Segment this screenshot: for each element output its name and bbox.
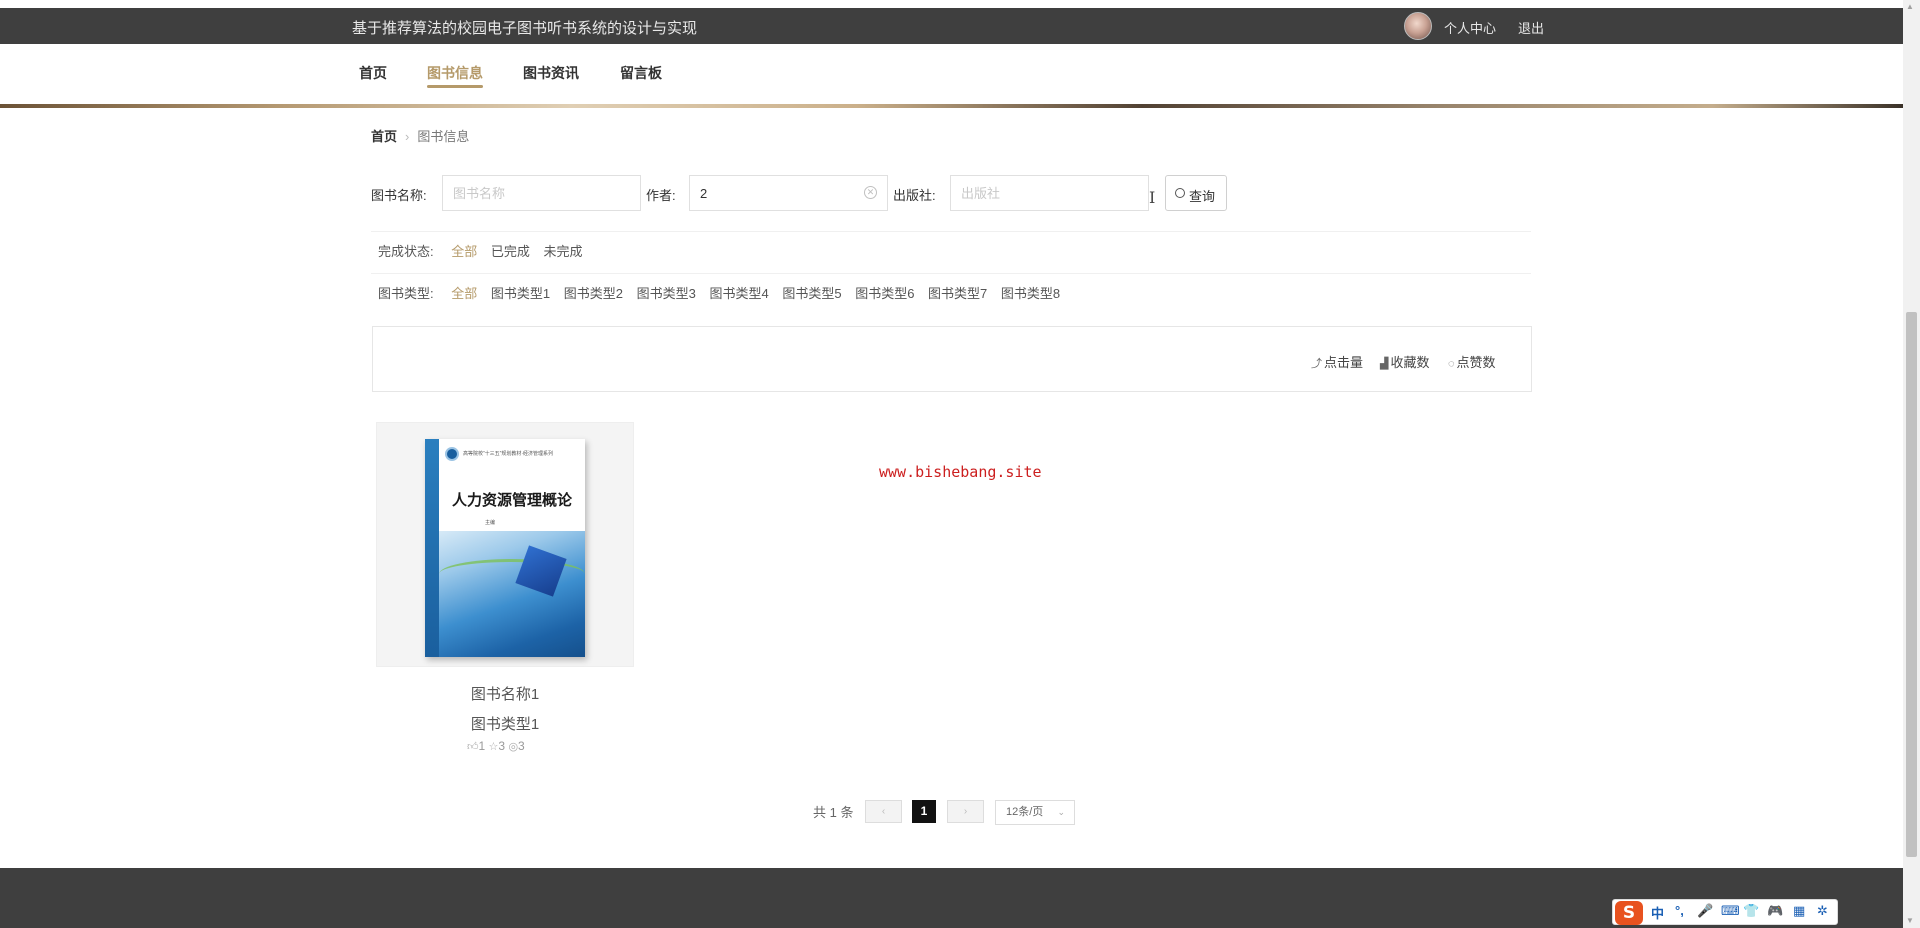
star-icon: ☆ (488, 741, 499, 753)
status-filter: 完成状态: 全部 已完成 未完成 (378, 241, 593, 260)
book-name-label: 图书名称: (371, 188, 427, 203)
breadcrumb: 首页 › 图书信息 (371, 126, 469, 145)
like-count: 1 (478, 739, 486, 753)
filter-divider (371, 273, 1531, 274)
ime-grid-icon[interactable]: ▦ (1793, 903, 1805, 919)
page-size-select[interactable]: 12条/页 ⌄ (995, 800, 1075, 825)
nav-active-indicator (427, 85, 483, 88)
status-option-incomplete[interactable]: 未完成 (544, 244, 583, 259)
scroll-down-icon[interactable]: ▼ (1906, 916, 1914, 925)
type-option-8[interactable]: 图书类型8 (1001, 286, 1060, 301)
user-avatar[interactable] (1404, 12, 1432, 40)
ime-game-icon[interactable]: 🎮 (1767, 903, 1783, 919)
thumbs-up-icon: 👍︎ (467, 741, 479, 753)
cover-artwork (439, 531, 585, 657)
breadcrumb-home[interactable]: 首页 (371, 129, 397, 144)
book-cover-image: 高等院校“十三五”规划教材·经济管理系列 人力资源管理概论 主编 (425, 439, 585, 657)
next-page-button[interactable]: › (947, 800, 984, 823)
star-count: 3 (498, 739, 506, 753)
sort-by-likes[interactable]: ◌ 点赞数 (1448, 352, 1496, 371)
prev-page-button[interactable]: ‹ (865, 800, 902, 823)
chevron-down-icon: ⌄ (1057, 807, 1065, 817)
ime-punctuation-icon[interactable]: °, (1675, 903, 1684, 918)
trend-icon: ⤴ (1311, 358, 1322, 370)
clear-icon[interactable]: ✕ (864, 186, 877, 199)
cover-series-text: 高等院校“十三五”规划教材·经济管理系列 (463, 451, 553, 457)
publisher-label: 出版社: (893, 188, 936, 203)
circle-icon: ◌ (1448, 358, 1455, 370)
book-stats: 👍︎1 ☆3 ◎3 (467, 739, 525, 753)
search-button[interactable]: 查询 (1165, 175, 1227, 211)
chart-icon: ▟ (1380, 358, 1389, 370)
book-title[interactable]: 图书名称1 (376, 683, 634, 704)
type-filter-title: 图书类型: (378, 286, 434, 301)
type-option-4[interactable]: 图书类型4 (709, 286, 768, 301)
book-type: 图书类型1 (470, 716, 540, 733)
book-card[interactable]: 高等院校“十三五”规划教材·经济管理系列 人力资源管理概论 主编 (376, 422, 634, 667)
top-bar: 基于推荐算法的校园电子图书听书系统的设计与实现 个人中心 退出 (0, 8, 1903, 44)
type-option-all[interactable]: 全部 (451, 286, 477, 301)
sort-by-favorites[interactable]: ▟ 收藏数 (1380, 352, 1429, 371)
sort-by-clicks[interactable]: ⤴ 点击量 (1311, 352, 1363, 371)
ime-keyboard-icon[interactable]: ⌨ (1721, 903, 1740, 919)
cover-title: 人力资源管理概论 (451, 491, 572, 509)
ime-skin-icon[interactable]: 👕 (1743, 903, 1759, 919)
book-name-input[interactable] (442, 175, 641, 211)
main-nav: 首页 图书信息 图书资讯 留言板 (0, 44, 1903, 104)
ime-logo-icon[interactable]: S (1615, 901, 1643, 925)
cover-top (439, 439, 585, 491)
user-center-link[interactable]: 个人中心 (1444, 18, 1496, 37)
filter-divider (371, 231, 1531, 232)
ime-settings-icon[interactable]: ✲ (1817, 903, 1828, 919)
status-option-complete[interactable]: 已完成 (491, 244, 530, 259)
view-count: 3 (518, 739, 525, 753)
type-option-7[interactable]: 图书类型7 (928, 286, 987, 301)
cover-authors: 主编 (485, 520, 496, 526)
logout-link[interactable]: 退出 (1518, 18, 1544, 37)
author-input[interactable] (689, 175, 888, 211)
nav-message-board[interactable]: 留言板 (620, 63, 662, 83)
cover-spine (425, 439, 439, 657)
type-option-3[interactable]: 图书类型3 (637, 286, 696, 301)
page-number-current[interactable]: 1 (912, 800, 936, 823)
ime-chinese-mode[interactable]: 中 (1651, 903, 1664, 922)
banner-image-edge (0, 104, 1903, 108)
search-icon (1175, 188, 1185, 198)
type-option-1[interactable]: 图书类型1 (491, 286, 550, 301)
publisher-input[interactable] (950, 175, 1149, 211)
watermark-text: www.bishebang.site (879, 463, 1042, 481)
type-option-2[interactable]: 图书类型2 (564, 286, 623, 301)
scrollbar-thumb[interactable] (1906, 312, 1917, 857)
ime-toolbar: S 中 °, 🎤 ⌨ 👕 🎮 ▦ ✲ (1612, 899, 1838, 925)
pagination-total: 共 1 条 (813, 805, 854, 820)
nav-home[interactable]: 首页 (359, 63, 387, 83)
top-edge (0, 0, 1920, 8)
eye-icon: ◎ (508, 741, 519, 753)
breadcrumb-current: 图书信息 (417, 129, 470, 144)
type-option-5[interactable]: 图书类型5 (782, 286, 841, 301)
publisher-logo-icon (445, 447, 459, 461)
site-title: 基于推荐算法的校园电子图书听书系统的设计与实现 (352, 20, 698, 37)
scroll-up-icon[interactable]: ▲ (1906, 2, 1914, 11)
status-filter-title: 完成状态: (378, 244, 434, 259)
sort-bar: ⤴ 点击量 ▟ 收藏数 ◌ 点赞数 (372, 326, 1532, 392)
breadcrumb-separator: › (405, 129, 410, 144)
nav-book-news[interactable]: 图书资讯 (523, 63, 579, 83)
type-filter: 图书类型: 全部 图书类型1 图书类型2 图书类型3 图书类型4 图书类型5 图… (378, 283, 1070, 302)
nav-book-info[interactable]: 图书信息 (427, 63, 483, 83)
type-option-6[interactable]: 图书类型6 (855, 286, 914, 301)
ime-microphone-icon[interactable]: 🎤 (1697, 903, 1713, 919)
status-option-all[interactable]: 全部 (451, 244, 477, 259)
author-label: 作者: (646, 188, 676, 203)
text-cursor-icon: I (1149, 188, 1156, 207)
